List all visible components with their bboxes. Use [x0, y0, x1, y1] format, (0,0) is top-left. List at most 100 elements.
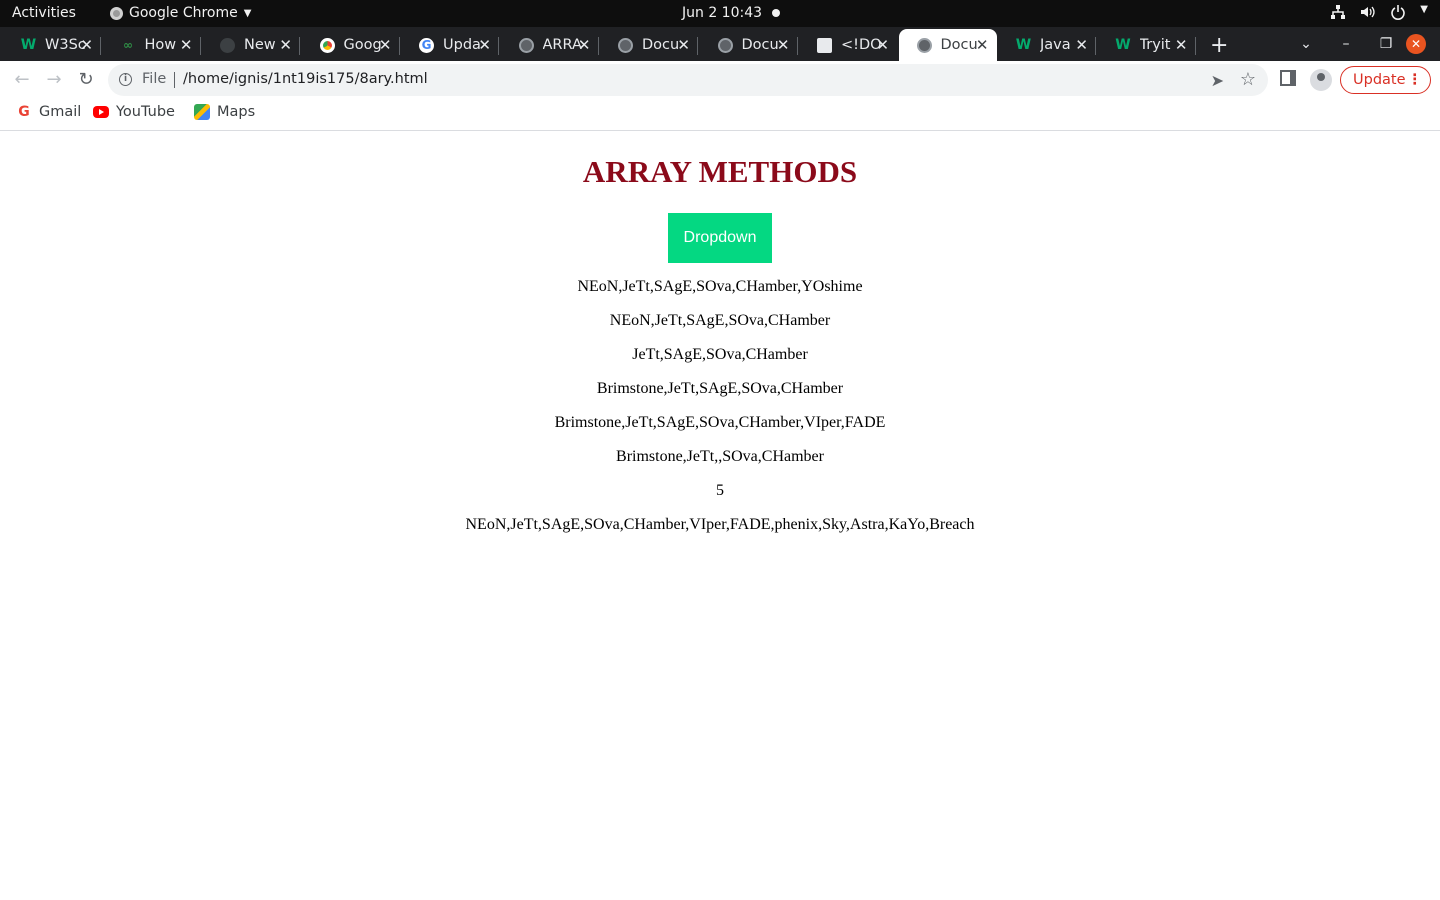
- tab-separator: [1095, 37, 1096, 55]
- bookmark-youtube[interactable]: YouTube: [93, 104, 175, 120]
- restore-button[interactable]: ❐: [1366, 36, 1406, 52]
- tab-title: Docu: [741, 37, 779, 53]
- browser-tab[interactable]: W Tryit ✕: [1098, 29, 1196, 61]
- system-top-bar: Activities Google Chrome ▼ Jun 2 10:43 ▼: [0, 0, 1440, 27]
- network-icon: [1330, 4, 1346, 20]
- browser-tab[interactable]: Goog ✕: [302, 29, 400, 61]
- bookmark-label: Gmail: [39, 104, 82, 120]
- forward-arrow-icon[interactable]: →: [42, 68, 66, 92]
- gmail-icon: G: [18, 104, 30, 120]
- activities-button[interactable]: Activities: [12, 5, 76, 21]
- browser-tab[interactable]: Docu ✕: [898, 29, 997, 61]
- tab-separator: [199, 37, 201, 55]
- w3schools-icon: W: [1015, 37, 1032, 53]
- globe-icon: [916, 37, 932, 53]
- tab-close-icon[interactable]: ✕: [1075, 36, 1088, 54]
- divider: [174, 72, 175, 88]
- browser-tab[interactable]: Docu ✕: [600, 29, 698, 61]
- chrome-icon: [319, 37, 335, 53]
- dropdown-button[interactable]: Dropdown: [668, 213, 772, 263]
- bookmark-gmail[interactable]: G Gmail: [16, 104, 81, 120]
- output-line: Brimstone,JeTt,SAgE,SOva,CHamber,VIper,F…: [554, 414, 886, 431]
- tab-close-icon[interactable]: ✕: [279, 36, 292, 54]
- qr-icon: [817, 37, 832, 53]
- address-bar[interactable]: i File /home/ignis/1nt19is175/8ary.html …: [108, 64, 1268, 96]
- globe-icon: [717, 37, 733, 53]
- window-controls: ⌄ – ❐ ✕: [1286, 27, 1440, 61]
- output-lines: NEoN,JeTt,SAgE,SOva,CHamber,YOshime NEoN,…: [0, 278, 1440, 550]
- bookmark-star-icon[interactable]: ☆: [1240, 69, 1256, 90]
- back-arrow-icon[interactable]: ←: [10, 68, 34, 92]
- url-scheme-label: File: [142, 71, 167, 87]
- caret-down-icon: ▼: [243, 7, 252, 19]
- globe-icon: [618, 37, 633, 53]
- browser-tab[interactable]: G Upda ✕: [401, 29, 499, 61]
- close-window-button[interactable]: ✕: [1406, 34, 1426, 54]
- browser-tab[interactable]: W W3Sc ✕: [3, 29, 101, 61]
- tab-close-icon[interactable]: ✕: [379, 36, 392, 54]
- power-icon: [1390, 4, 1406, 20]
- tab-title: How: [144, 37, 177, 53]
- tab-close-icon[interactable]: ✕: [876, 36, 889, 54]
- tab-title: Docu: [940, 37, 978, 53]
- tab-close-icon[interactable]: ✕: [777, 36, 790, 54]
- app-menu-label: Google Chrome: [129, 5, 238, 21]
- tab-title: ARRA: [542, 37, 582, 53]
- browser-tab[interactable]: W Java ✕: [998, 29, 1096, 61]
- info-icon[interactable]: i: [119, 73, 132, 86]
- app-menu[interactable]: Google Chrome ▼: [110, 5, 251, 21]
- tab-close-icon[interactable]: ✕: [478, 36, 491, 54]
- tab-separator: [697, 37, 698, 55]
- browser-tab[interactable]: <!DO ✕: [799, 29, 897, 61]
- dark-circle-icon: [220, 37, 235, 53]
- globe-icon: [518, 37, 534, 53]
- clock[interactable]: Jun 2 10:43: [682, 5, 762, 21]
- google-icon: G: [419, 37, 434, 53]
- system-tray[interactable]: ▼: [1330, 4, 1428, 20]
- tab-title: <!DO: [841, 37, 881, 53]
- output-line: NEoN,JeTt,SAgE,SOva,CHamber,VIper,FADE,p…: [465, 516, 975, 533]
- page-title: ARRAY METHODS: [582, 154, 858, 189]
- tab-search-chevron-icon[interactable]: ⌄: [1286, 36, 1326, 52]
- output-line: 5: [716, 482, 724, 499]
- tab-separator: [796, 37, 798, 55]
- gfg-icon: ∞: [123, 38, 133, 52]
- tab-close-icon[interactable]: ✕: [80, 36, 93, 54]
- browser-tab[interactable]: Docu ✕: [700, 29, 798, 61]
- tab-close-icon[interactable]: ✕: [976, 36, 989, 54]
- browser-tab[interactable]: New ✕: [202, 29, 300, 61]
- profile-avatar-icon[interactable]: [1310, 69, 1332, 91]
- minimize-button[interactable]: –: [1326, 36, 1366, 52]
- bookmarks-bar: G Gmail YouTube Maps: [0, 98, 1440, 131]
- new-tab-button[interactable]: +: [1210, 33, 1228, 58]
- tab-close-icon[interactable]: ✕: [677, 36, 690, 54]
- notification-dot-icon: [772, 9, 780, 17]
- tab-close-icon[interactable]: ✕: [180, 36, 193, 54]
- tab-close-icon[interactable]: ✕: [1175, 36, 1188, 54]
- send-to-devices-icon[interactable]: ➤: [1211, 71, 1224, 90]
- side-panel-icon[interactable]: [1280, 70, 1296, 86]
- w3schools-icon: W: [1115, 37, 1131, 53]
- volume-icon: [1360, 4, 1376, 20]
- browser-tab[interactable]: ARRA ✕: [501, 29, 599, 61]
- kebab-menu-icon: ⋮: [1407, 72, 1423, 88]
- output-line: NEoN,JeTt,SAgE,SOva,CHamber: [609, 312, 831, 329]
- browser-tab[interactable]: ∞ How ✕: [103, 29, 201, 61]
- tab-separator: [597, 37, 599, 55]
- tab-separator: [398, 37, 400, 55]
- tab-title: Tryit: [1139, 37, 1171, 53]
- reload-icon[interactable]: ↻: [74, 68, 98, 92]
- url-text[interactable]: /home/ignis/1nt19is175/8ary.html: [183, 71, 428, 87]
- tab-title: Java: [1040, 37, 1071, 53]
- output-line: NEoN,JeTt,SAgE,SOva,CHamber,YOshime: [577, 278, 863, 295]
- tab-title: Goog: [343, 37, 382, 53]
- bookmark-label: Maps: [217, 104, 256, 120]
- tab-close-icon[interactable]: ✕: [578, 36, 591, 54]
- tab-title: Upda: [443, 37, 481, 53]
- page-content: ARRAY METHODS Dropdown NEoN,JeTt,SAgE,SO…: [0, 132, 1440, 900]
- update-button[interactable]: Update ⋮: [1340, 66, 1431, 94]
- bookmark-maps[interactable]: Maps: [194, 104, 255, 120]
- caret-down-icon: ▼: [1420, 4, 1428, 15]
- output-line: Brimstone,JeTt,SAgE,SOva,CHamber: [596, 380, 844, 397]
- output-line: Brimstone,JeTt,,SOva,CHamber: [616, 448, 824, 465]
